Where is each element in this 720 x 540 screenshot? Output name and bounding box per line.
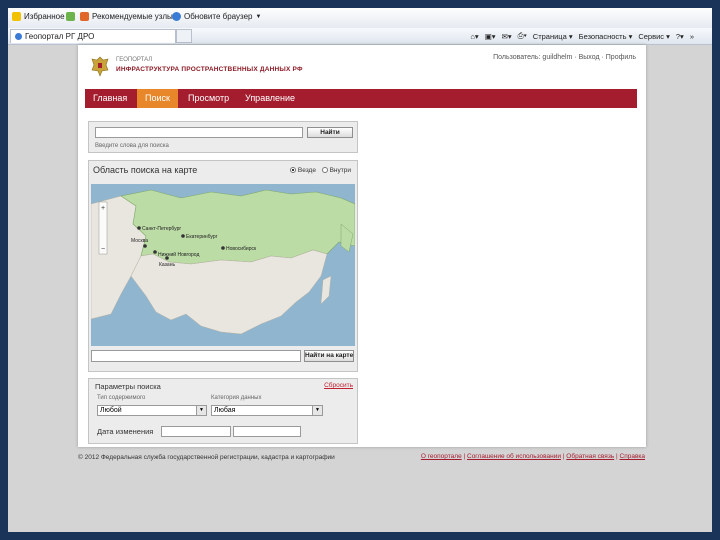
search-input[interactable]: [95, 127, 303, 138]
params-title: Параметры поиска: [95, 382, 161, 391]
footer-link-agreement[interactable]: Соглашение об использовании: [467, 453, 561, 460]
params-panel: Параметры поиска Сбросить Тип содержимог…: [88, 378, 358, 444]
map-scope-radios: Везде Внутри: [290, 167, 351, 174]
favorites-bar: Избранное Рекомендуемые узлы ▼ Обновите …: [8, 8, 712, 29]
emblem-icon: [91, 56, 109, 77]
print-icon[interactable]: ⎙▾: [518, 31, 527, 41]
content-type-select[interactable]: Любой ▼: [97, 405, 207, 416]
command-buttons: ⌂▾ ▣▾ ✉▾ ⎙▾ Страница ▾ Безопасность ▾ Се…: [470, 31, 694, 41]
nav-search[interactable]: Поиск: [137, 89, 178, 108]
help-icon[interactable]: ?▾: [676, 32, 684, 41]
star-icon: [12, 12, 21, 21]
svg-text:−: −: [101, 246, 105, 253]
radio-everywhere[interactable]: [290, 167, 297, 174]
home-icon[interactable]: ⌂▾: [470, 32, 478, 41]
user-links[interactable]: Пользователь: guildhelm · Выход · Профил…: [493, 54, 636, 61]
footer-links: О геопортале | Соглашение об использован…: [420, 453, 646, 460]
find-on-map-button[interactable]: Найти на карте: [304, 350, 354, 362]
city-label: Екатеринбург: [186, 234, 218, 240]
footer-copyright: © 2012 Федеральная служба государственно…: [78, 454, 335, 461]
update-browser-link[interactable]: Обновите браузер ▼: [172, 12, 261, 21]
chevron-down-icon: ▼: [255, 13, 262, 20]
city-label: Нижний Новгород: [158, 251, 199, 258]
main-nav: Главная Поиск Просмотр Управление: [85, 89, 637, 108]
search-map[interactable]: + − Санкт-Петербург Москва Екатеринбург …: [91, 184, 355, 346]
favorites-button[interactable]: Избранное: [12, 12, 65, 21]
search-panel: Найти Введите слова для поиска: [88, 121, 358, 153]
date-to-input[interactable]: [233, 426, 301, 437]
date-label: Дата изменения: [97, 427, 154, 436]
nav-view[interactable]: Просмотр: [180, 89, 237, 108]
location-input[interactable]: [91, 350, 301, 362]
city-label: Казань: [159, 262, 175, 268]
add-to-favorites-icon: [66, 12, 75, 21]
new-tab-button[interactable]: [176, 29, 192, 43]
mail-icon[interactable]: ✉▾: [502, 32, 512, 41]
category-label: Категория данных: [211, 395, 262, 401]
logo-subtitle: ГЕОПОРТАЛ: [116, 57, 153, 63]
more-chevron-icon[interactable]: »: [690, 32, 694, 41]
footer-link-about[interactable]: О геопортале: [421, 453, 462, 460]
browser-tab[interactable]: Геопортал РГ ДРО: [10, 29, 176, 43]
map-panel: Область поиска на карте Везде Внутри + −…: [88, 160, 358, 372]
add-favorite-icon[interactable]: [66, 12, 75, 21]
command-bar: Геопортал РГ ДРО ⌂▾ ▣▾ ✉▾ ⎙▾ Страница ▾ …: [8, 28, 712, 45]
city-label: Москва: [131, 238, 148, 244]
tools-menu[interactable]: Сервис ▾: [638, 32, 670, 41]
suggested-sites-link[interactable]: Рекомендуемые узлы ▼: [80, 12, 182, 21]
page-menu[interactable]: Страница ▾: [533, 32, 573, 41]
city-label: Новосибирск: [226, 246, 257, 252]
search-hint: Введите слова для поиска: [95, 143, 169, 149]
nav-home[interactable]: Главная: [85, 89, 135, 108]
ie-icon: [172, 12, 181, 21]
safety-menu[interactable]: Безопасность ▾: [579, 32, 633, 41]
svg-text:+: +: [101, 205, 105, 212]
logo-title: ИНФРАСТРУКТУРА ПРОСТРАНСТВЕННЫХ ДАННЫХ Р…: [116, 66, 303, 73]
suggested-sites-icon: [80, 12, 89, 21]
content-type-label: Тип содержимого: [97, 395, 146, 401]
browser-window: Избранное Рекомендуемые узлы ▼ Обновите …: [8, 8, 712, 532]
nav-manage[interactable]: Управление: [237, 89, 303, 108]
radio-inside[interactable]: [321, 167, 328, 174]
category-select[interactable]: Любая ▼: [211, 405, 323, 416]
footer-link-help[interactable]: Справка: [620, 453, 646, 460]
reset-link[interactable]: Сбросить: [324, 382, 353, 389]
date-from-input[interactable]: [161, 426, 231, 437]
footer-link-feedback[interactable]: Обратная связь: [566, 453, 614, 460]
chevron-down-icon: ▼: [196, 406, 206, 415]
map-panel-title: Область поиска на карте: [93, 165, 198, 175]
city-label: Санкт-Петербург: [142, 226, 181, 232]
feeds-icon[interactable]: ▣▾: [485, 32, 496, 41]
find-button[interactable]: Найти: [307, 127, 353, 138]
chevron-down-icon: ▼: [312, 406, 322, 415]
web-page: ГЕОПОРТАЛ ИНФРАСТРУКТУРА ПРОСТРАНСТВЕННЫ…: [78, 45, 646, 447]
page-icon: [15, 33, 22, 40]
